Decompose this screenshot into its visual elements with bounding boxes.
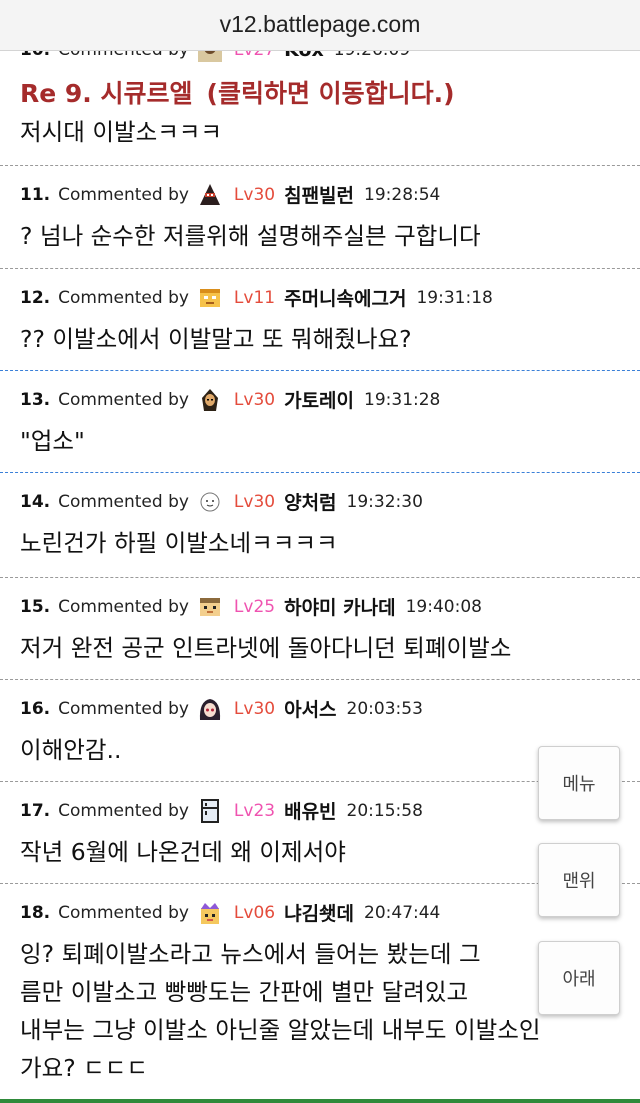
user-nickname[interactable]: 하야미 카나데 <box>284 593 396 620</box>
reply-hint[interactable]: (클릭하면 이동합니다.) <box>207 79 455 108</box>
comment-text-line: ? 넘나 순수한 저를위해 설명해주실븐 구합니다 <box>20 222 481 250</box>
user-level: Lv06 <box>233 902 276 923</box>
comment-text-line: 잉? 퇴폐이발소라고 뉴스에서 들어는 봤는데 그 <box>20 940 481 968</box>
reply-target[interactable]: Re 9. 시큐르엘 <box>20 79 193 108</box>
comment-meta: 13. Commented by Lv30 가토레이 19:31:28 <box>20 386 440 413</box>
comment-divider <box>0 577 640 578</box>
comment-text: 저시대 이발소ㅋㅋㅋ <box>20 118 223 146</box>
comment-time: 19:32:30 <box>346 491 423 512</box>
crown-face-avatar-icon <box>198 901 222 925</box>
comment-meta: 16. Commented by Lv30 아서스 20:03:53 <box>20 695 423 722</box>
reply-link[interactable]: Re 9. 시큐르엘 (클릭하면 이동합니다.) <box>20 74 455 110</box>
comment-time: 19:31:18 <box>416 287 493 308</box>
comment-meta: 12. Commented by Lv11 주머니속에그거 19:31:18 <box>20 284 493 311</box>
commented-by-label: Commented by <box>58 800 189 821</box>
menu-button[interactable]: 메뉴 <box>538 746 620 820</box>
face-avatar-icon <box>198 286 222 310</box>
user-level: Lv23 <box>233 800 276 821</box>
user-level: Lv30 <box>233 491 276 512</box>
comment-number: 15. <box>20 596 51 617</box>
user-level: Lv25 <box>233 596 276 617</box>
comment-meta: 11. Commented by Lv30 침팬빌런 19:28:54 <box>20 181 440 208</box>
comment-meta: 14. Commented by Lv30 양처럼 19:32:30 <box>20 488 423 515</box>
comment-text-line: 내부는 그냥 이발소 아닌줄 알았는데 내부도 이발소인 <box>20 1016 541 1044</box>
comment-text-line: 노린건가 하필 이발소네ㅋㅋㅋㅋ <box>20 529 338 557</box>
comment-meta: 15. Commented by Lv25 하야미 카나데 19:40:08 <box>20 593 482 620</box>
comment-meta: 18. Commented by Lv06 냐김쇗데 20:47:44 <box>20 899 440 926</box>
browser-address-bar[interactable]: v12.battlepage.com <box>0 0 640 51</box>
comment-text-line: 이해안감.. <box>20 736 122 764</box>
comment-time: 20:47:44 <box>364 902 441 923</box>
user-nickname[interactable]: 침팬빌런 <box>284 181 354 208</box>
comment-number: 18. <box>20 902 51 923</box>
user-nickname[interactable]: 양처럼 <box>284 488 336 515</box>
scroll-top-button[interactable]: 맨위 <box>538 843 620 917</box>
user-nickname[interactable]: 냐김쇗데 <box>284 899 354 926</box>
comment-divider <box>0 679 640 680</box>
warrior-avatar-icon <box>198 388 222 412</box>
commented-by-label: Commented by <box>58 287 189 308</box>
user-nickname[interactable]: 아서스 <box>284 695 336 722</box>
comment-time: 20:03:53 <box>346 698 423 719</box>
comment-time: 19:31:28 <box>364 389 441 410</box>
comment-divider <box>0 268 640 269</box>
anime-girl-avatar-icon <box>198 697 222 721</box>
comment-number: 11. <box>20 184 51 205</box>
comment-text-line: 가요? ㄷㄷㄷ <box>20 1054 149 1082</box>
hooded-avatar-icon <box>198 183 222 207</box>
commented-by-label: Commented by <box>58 698 189 719</box>
comment-text-line: "업소" <box>20 427 85 455</box>
comment-text-line: 저거 완전 공군 인트라넷에 돌아다니던 퇴폐이발소 <box>20 634 512 662</box>
comment-divider <box>0 370 640 371</box>
comment-text-line: ?? 이발소에서 이발말고 또 뭐해줬나요? <box>20 325 412 353</box>
comment-meta: 17. Commented by Lv23 배유빈 20:15:58 <box>20 797 423 824</box>
user-nickname[interactable]: 주머니속에그거 <box>284 284 406 311</box>
comment-time: 20:15:58 <box>346 800 423 821</box>
commented-by-label: Commented by <box>58 389 189 410</box>
comment-number: 12. <box>20 287 51 308</box>
user-level: Lv30 <box>233 389 276 410</box>
comment-text-line: 작년 6월에 나온건데 왜 이제서야 <box>20 838 346 866</box>
commented-by-label: Commented by <box>58 184 189 205</box>
user-level: Lv11 <box>233 287 276 308</box>
comment-number: 14. <box>20 491 51 512</box>
user-nickname[interactable]: 가토레이 <box>284 386 354 413</box>
commented-by-label: Commented by <box>58 902 189 923</box>
user-nickname[interactable]: 배유빈 <box>284 797 336 824</box>
bottom-edge-bar <box>0 1099 640 1103</box>
commented-by-label: Commented by <box>58 491 189 512</box>
fridge-avatar-icon <box>198 798 222 823</box>
sheep-avatar-icon <box>198 490 222 514</box>
commented-by-label: Commented by <box>58 596 189 617</box>
comment-time: 19:28:54 <box>364 184 441 205</box>
scroll-bottom-button[interactable]: 아래 <box>538 941 620 1015</box>
comment-divider <box>0 472 640 473</box>
url-text[interactable]: v12.battlepage.com <box>0 11 640 38</box>
user-level: Lv30 <box>233 698 276 719</box>
comment-number: 16. <box>20 698 51 719</box>
comment-time: 19:40:08 <box>405 596 482 617</box>
pixel-face-avatar-icon <box>198 595 222 619</box>
comment-number: 17. <box>20 800 51 821</box>
comment-text-line: 름만 이발소고 빵빵도는 간판에 별만 달려있고 <box>20 978 469 1006</box>
user-level: Lv30 <box>233 184 276 205</box>
comment-divider <box>0 165 640 166</box>
comment-number: 13. <box>20 389 51 410</box>
